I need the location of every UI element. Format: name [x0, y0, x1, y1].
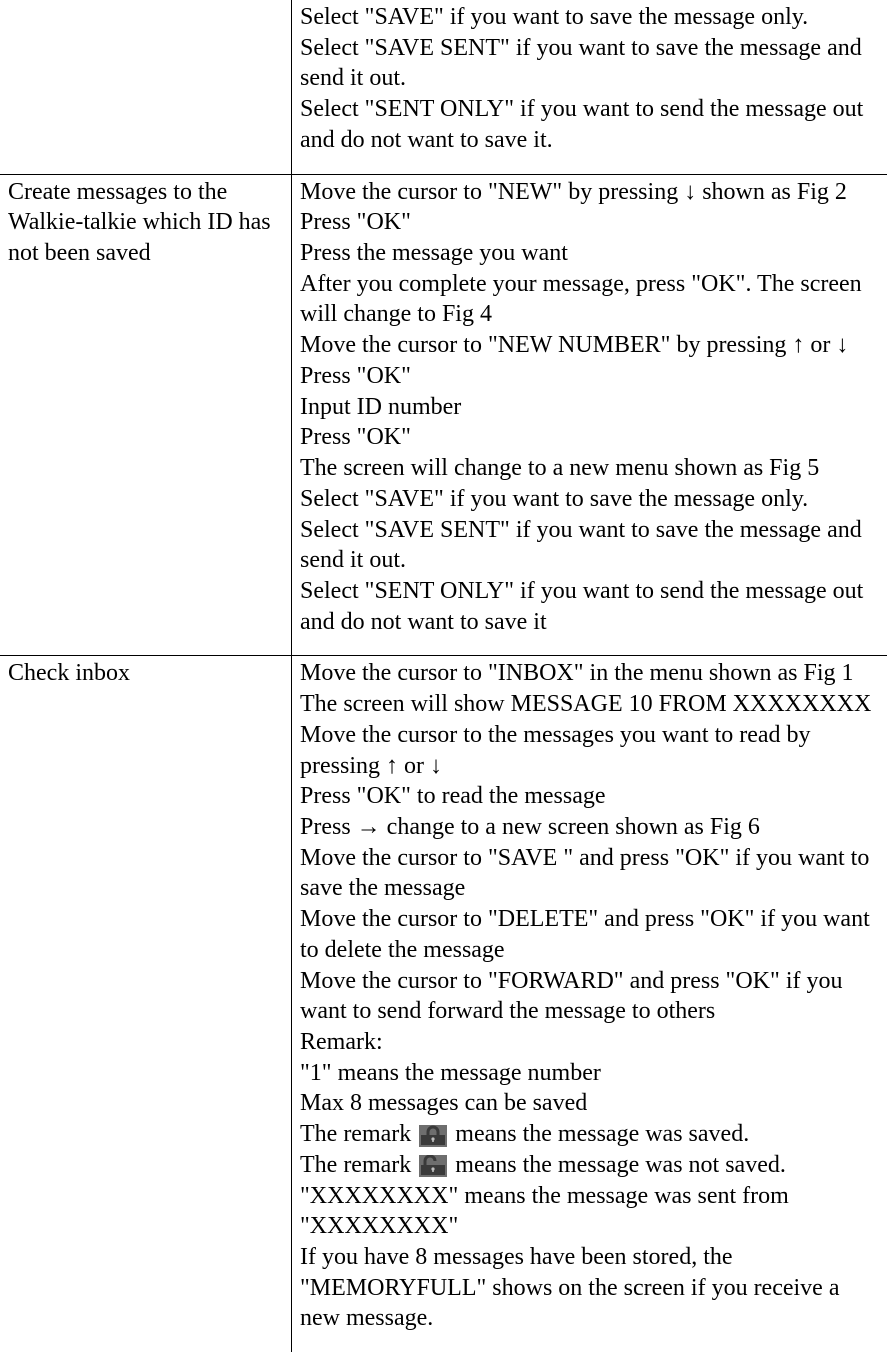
row2-right-a1: If you have 8 messages have been stored,… — [300, 1242, 879, 1334]
lock-open-icon — [419, 1155, 447, 1177]
row2-left-text: Check inbox — [8, 658, 283, 689]
saved-prefix: The remark — [300, 1121, 417, 1147]
row2-right-b4: Press → change to a new screen shown as … — [300, 812, 879, 843]
row0-left — [0, 0, 292, 174]
row2-right-b5: Move the cursor to "SAVE " and press "OK… — [300, 843, 879, 904]
row1-right-1: Press "OK" — [300, 207, 879, 238]
saved-suffix: means the message was saved. — [455, 1121, 749, 1147]
row2-right-b6: Move the cursor to "DELETE" and press "O… — [300, 904, 879, 965]
lock-closed-icon — [419, 1125, 447, 1147]
row1-right-0: Move the cursor to "NEW" by pressing ↓ s… — [300, 177, 879, 208]
row2-right-b8: Remark: — [300, 1027, 879, 1058]
row2-right-b2: Move the cursor to the messages you want… — [300, 720, 879, 781]
row1-right-2: Press the message you want — [300, 238, 879, 269]
row2-right-b10: Max 8 messages can be saved — [300, 1088, 879, 1119]
row1-right-10: Select "SAVE SENT" if you want to save t… — [300, 515, 879, 576]
row1-right-9: Select "SAVE" if you want to save the me… — [300, 484, 879, 515]
row0-right-2: Select "SENT ONLY" if you want to send t… — [300, 94, 879, 155]
row1-right-7: Press "OK" — [300, 422, 879, 453]
row1-right-4: Move the cursor to "NEW NUMBER" by press… — [300, 330, 879, 361]
row2-right-notsaved: The remark means the message was not sav… — [300, 1150, 879, 1181]
row2-right-b9: "1" means the message number — [300, 1058, 879, 1089]
row2-right-b3: Press "OK" to read the message — [300, 781, 879, 812]
row0-right-1: Select "SAVE SENT" if you want to save t… — [300, 33, 879, 94]
notsaved-suffix: means the message was not saved. — [455, 1152, 786, 1178]
row1-left-text: Create messages to the Walkie-talkie whi… — [8, 177, 283, 269]
row2-right-b1: The screen will show MESSAGE 10 FROM XXX… — [300, 689, 879, 720]
row0-right: Select "SAVE" if you want to save the me… — [292, 0, 887, 174]
row1-right-5: Press "OK" — [300, 361, 879, 392]
row1-right: Move the cursor to "NEW" by pressing ↓ s… — [292, 174, 887, 656]
row2-right-b7: Move the cursor to "FORWARD" and press "… — [300, 966, 879, 1027]
row1-right-3: After you complete your message, press "… — [300, 269, 879, 330]
row1-left: Create messages to the Walkie-talkie whi… — [0, 174, 292, 656]
row2-right-b0: Move the cursor to "INBOX" in the menu s… — [300, 658, 879, 689]
row2-right-a0: "XXXXXXXX" means the message was sent fr… — [300, 1181, 879, 1242]
row1-right-6: Input ID number — [300, 392, 879, 423]
row2-left: Check inbox — [0, 656, 292, 1352]
row2-right-saved: The remark means the message was saved. — [300, 1119, 879, 1150]
row1-right-11: Select "SENT ONLY" if you want to send t… — [300, 576, 879, 637]
instruction-table: Select "SAVE" if you want to save the me… — [0, 0, 887, 1352]
row1-right-8: The screen will change to a new menu sho… — [300, 453, 879, 484]
row0-right-0: Select "SAVE" if you want to save the me… — [300, 2, 879, 33]
row2-right: Move the cursor to "INBOX" in the menu s… — [292, 656, 887, 1352]
notsaved-prefix: The remark — [300, 1152, 417, 1178]
